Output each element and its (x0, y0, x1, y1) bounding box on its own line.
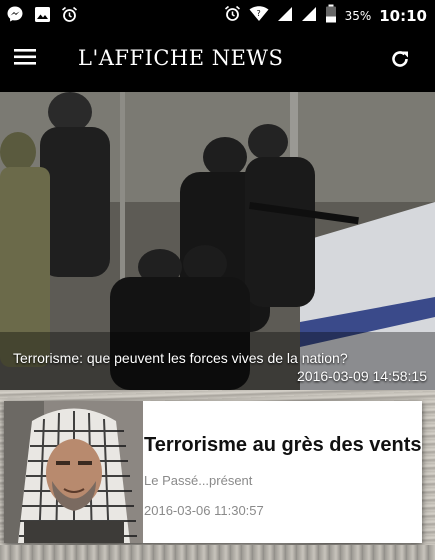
featured-image (0, 92, 435, 390)
featured-caption: Terrorisme: que peuvent les forces vives… (13, 350, 348, 366)
status-right: ? 35% 10:10 (224, 4, 427, 28)
article-card[interactable]: Terrorisme au grès des vents Le Passé...… (4, 401, 422, 543)
article-category: Le Passé...présent (144, 473, 253, 488)
wifi-icon: ? (249, 5, 269, 27)
refresh-icon (389, 51, 411, 74)
status-left (6, 5, 78, 28)
article-date: 2016-03-06 11:30:57 (144, 503, 264, 518)
clock: 10:10 (379, 7, 427, 25)
signal-icon (301, 6, 317, 27)
messenger-icon (6, 5, 24, 28)
alarm-icon (224, 5, 241, 27)
next-article-preview[interactable] (0, 545, 435, 560)
image-icon (34, 6, 51, 28)
menu-button[interactable] (14, 48, 40, 70)
battery-icon (325, 4, 337, 28)
refresh-button[interactable] (389, 48, 413, 72)
battery-percentage: 35% (344, 9, 372, 23)
app-title: L'AFFICHE NEWS (78, 46, 284, 70)
signal-icon (277, 6, 293, 27)
svg-text:?: ? (256, 9, 260, 18)
alarm-icon (61, 6, 78, 28)
featured-date: 2016-03-09 14:58:15 (297, 368, 427, 384)
app-bar: L'AFFICHE NEWS (0, 30, 435, 92)
status-bar: ? 35% 10:10 (0, 0, 435, 30)
hamburger-menu-icon (14, 49, 36, 70)
featured-article[interactable]: Terrorisme: que peuvent les forces vives… (0, 92, 435, 390)
article-thumbnail (4, 401, 143, 543)
article-title: Terrorisme au grès des vents (144, 434, 422, 456)
